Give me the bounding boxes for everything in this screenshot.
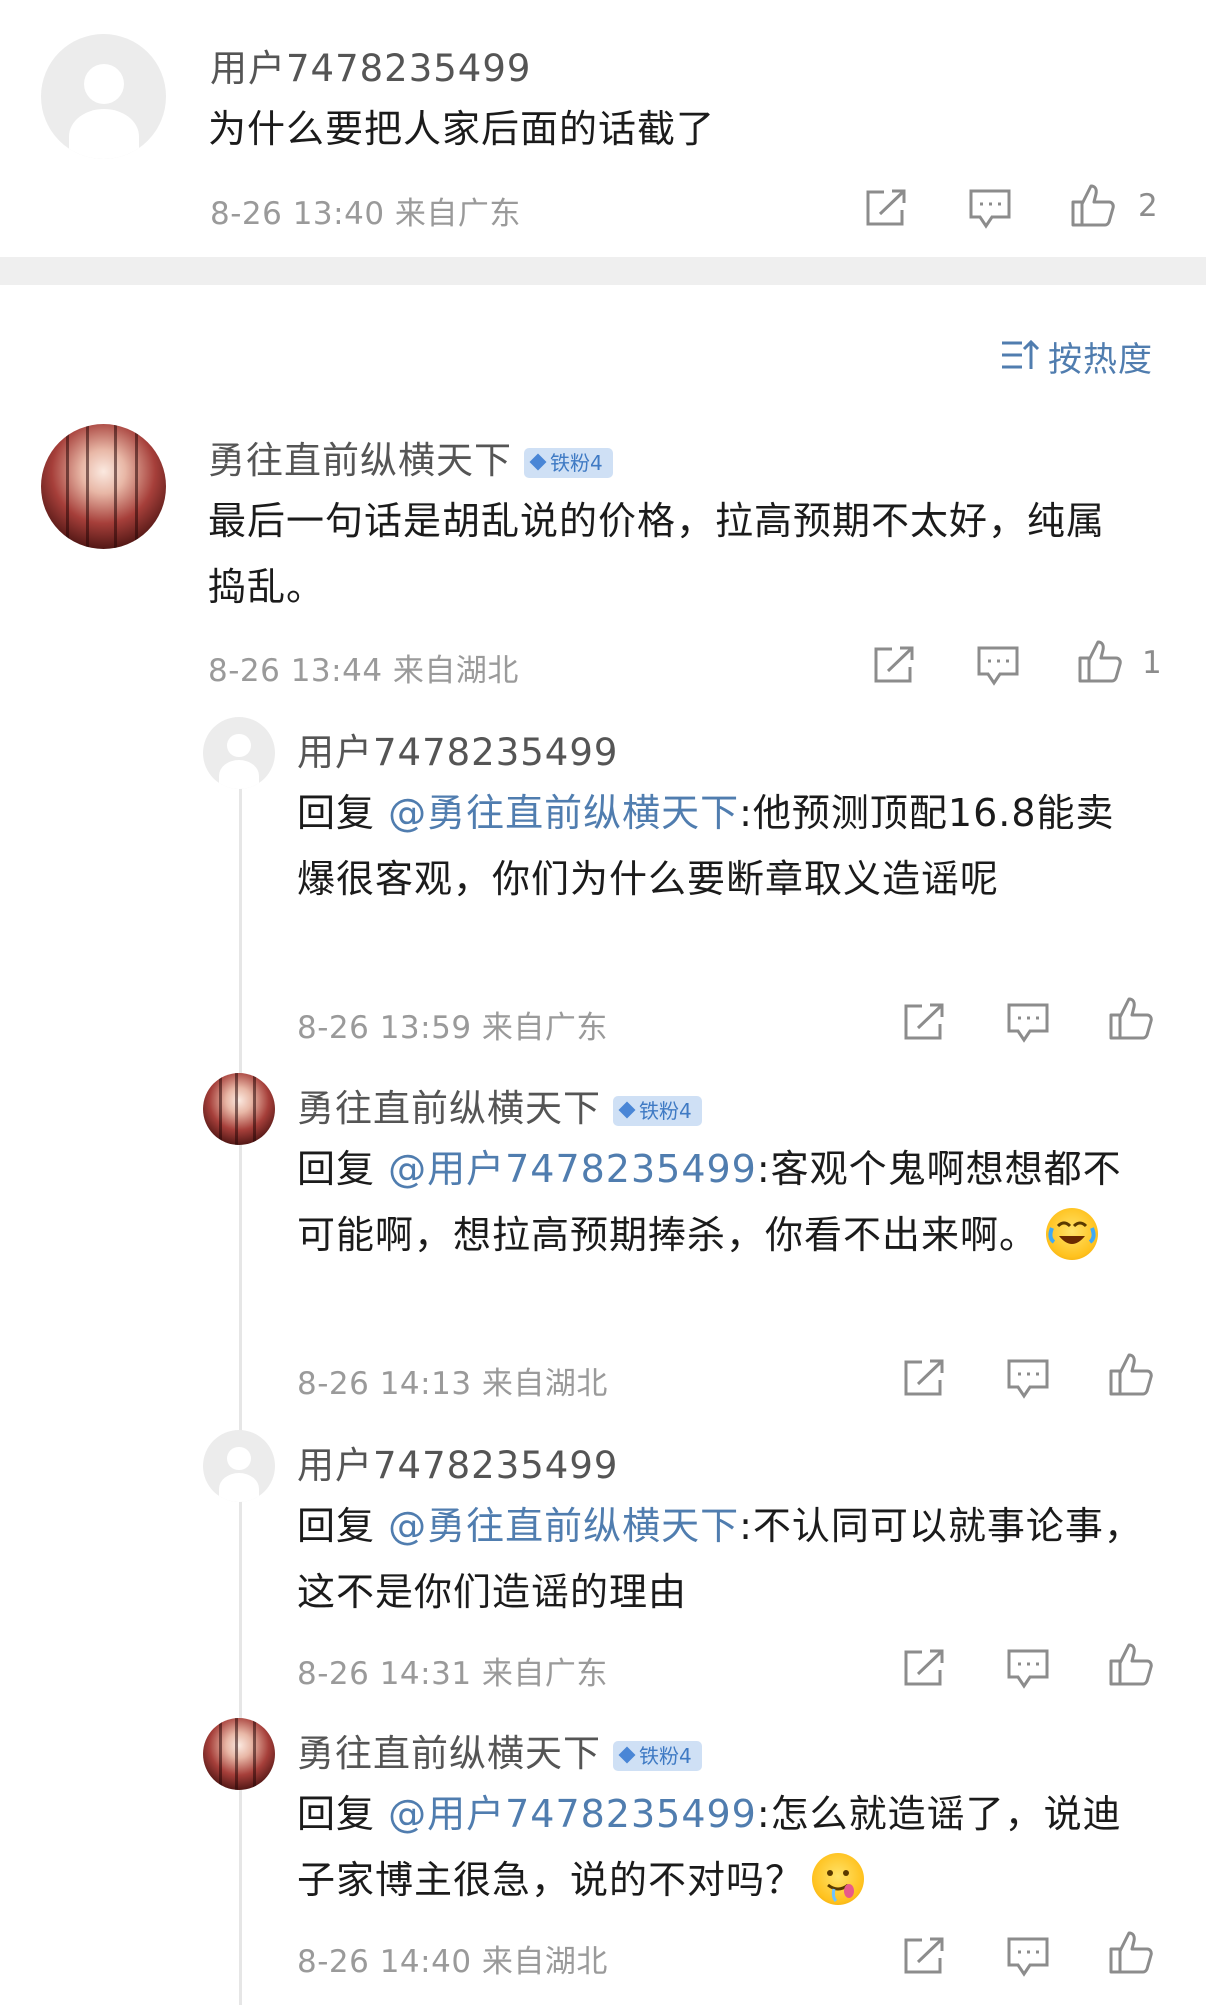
sort-label: 按热度 [1048, 340, 1153, 380]
comment-icon[interactable] [1006, 1648, 1050, 1690]
diamond-icon [529, 453, 547, 471]
laughing-tears-emoji [1046, 1207, 1099, 1260]
like-icon[interactable] [1108, 1351, 1154, 1397]
avatar[interactable] [203, 1073, 275, 1145]
share-icon[interactable] [902, 1936, 946, 1976]
mention-link[interactable]: @用户7478235499 [388, 1147, 757, 1191]
reply-meta: 8-26 14:31 来自广东 [297, 1656, 608, 1692]
reply-username[interactable]: 勇往直前纵横天下 铁粉4 [297, 1078, 702, 1132]
like-icon[interactable] [1077, 638, 1123, 684]
share-icon[interactable] [902, 1648, 946, 1688]
fan-badge: 铁粉4 [524, 447, 613, 478]
reply-username[interactable]: 勇往直前纵横天下 铁粉4 [297, 1723, 702, 1777]
comment-icon[interactable] [1006, 1002, 1050, 1044]
reply-text: 回复 @用户7478235499:怎么就造谣了，说迪子家博主很急，说的不对吗？ [297, 1781, 1147, 1913]
reply-meta: 8-26 14:40 来自湖北 [297, 1944, 608, 1980]
avatar[interactable] [203, 717, 275, 789]
comment-icon[interactable] [1006, 1936, 1050, 1978]
comment-username[interactable]: 勇往直前纵横天下 铁粉4 [208, 430, 613, 484]
mention-link[interactable]: @用户7478235499 [388, 1792, 757, 1836]
avatar[interactable] [203, 1718, 275, 1790]
comment-icon[interactable] [976, 645, 1020, 687]
fan-badge: 铁粉4 [613, 1740, 702, 1771]
comment-meta: 8-26 13:44 来自湖北 [208, 653, 519, 689]
avatar[interactable] [203, 1430, 275, 1502]
share-icon[interactable] [872, 645, 916, 685]
share-icon[interactable] [902, 1358, 946, 1398]
comment-text: 最后一句话是胡乱说的价格，拉高预期不太好，纯属捣乱。 [208, 499, 1106, 609]
comment-meta: 8-26 13:40 来自广东 [210, 196, 521, 232]
comment-icon[interactable] [968, 188, 1012, 230]
diamond-icon [618, 1746, 636, 1764]
drooling-face-emoji [812, 1852, 865, 1905]
mention-link[interactable]: @勇往直前纵横天下 [388, 791, 739, 835]
fan-badge: 铁粉4 [613, 1095, 702, 1126]
reply-meta: 8-26 13:59 来自广东 [297, 1010, 608, 1046]
mention-link[interactable]: @勇往直前纵横天下 [388, 1504, 739, 1548]
reply-username[interactable]: 用户7478235499 [297, 1435, 618, 1489]
section-divider [0, 257, 1206, 285]
comment-text: 为什么要把人家后面的话截了 [208, 107, 716, 151]
like-icon[interactable] [1108, 1929, 1154, 1975]
reply-text: 回复 @用户7478235499:客观个鬼啊想想都不可能啊，想拉高预期捧杀，你看… [297, 1136, 1147, 1268]
sort-icon [1000, 337, 1040, 377]
share-icon[interactable] [902, 1002, 946, 1042]
share-icon[interactable] [864, 188, 908, 228]
reply-meta: 8-26 14:13 来自湖北 [297, 1366, 608, 1402]
like-count: 2 [1138, 188, 1158, 224]
reply-username[interactable]: 用户7478235499 [297, 722, 618, 776]
avatar[interactable] [41, 34, 166, 159]
diamond-icon [618, 1101, 636, 1119]
like-icon[interactable] [1070, 182, 1116, 228]
reply-text: 回复 @勇往直前纵横天下:不认同可以就事论事，这不是你们造谣的理由 [297, 1504, 1143, 1614]
comment-username[interactable]: 用户7478235499 [210, 38, 531, 92]
avatar[interactable] [41, 424, 166, 549]
like-count: 1 [1142, 645, 1162, 681]
sort-button[interactable]: 按热度 [1000, 332, 1153, 381]
reply-text: 回复 @勇往直前纵横天下:他预测顶配16.8能卖爆很客观，你们为什么要断章取义造… [297, 791, 1115, 901]
comment-icon[interactable] [1006, 1358, 1050, 1400]
like-icon[interactable] [1108, 995, 1154, 1041]
thread-line [239, 785, 242, 2005]
like-icon[interactable] [1108, 1641, 1154, 1687]
